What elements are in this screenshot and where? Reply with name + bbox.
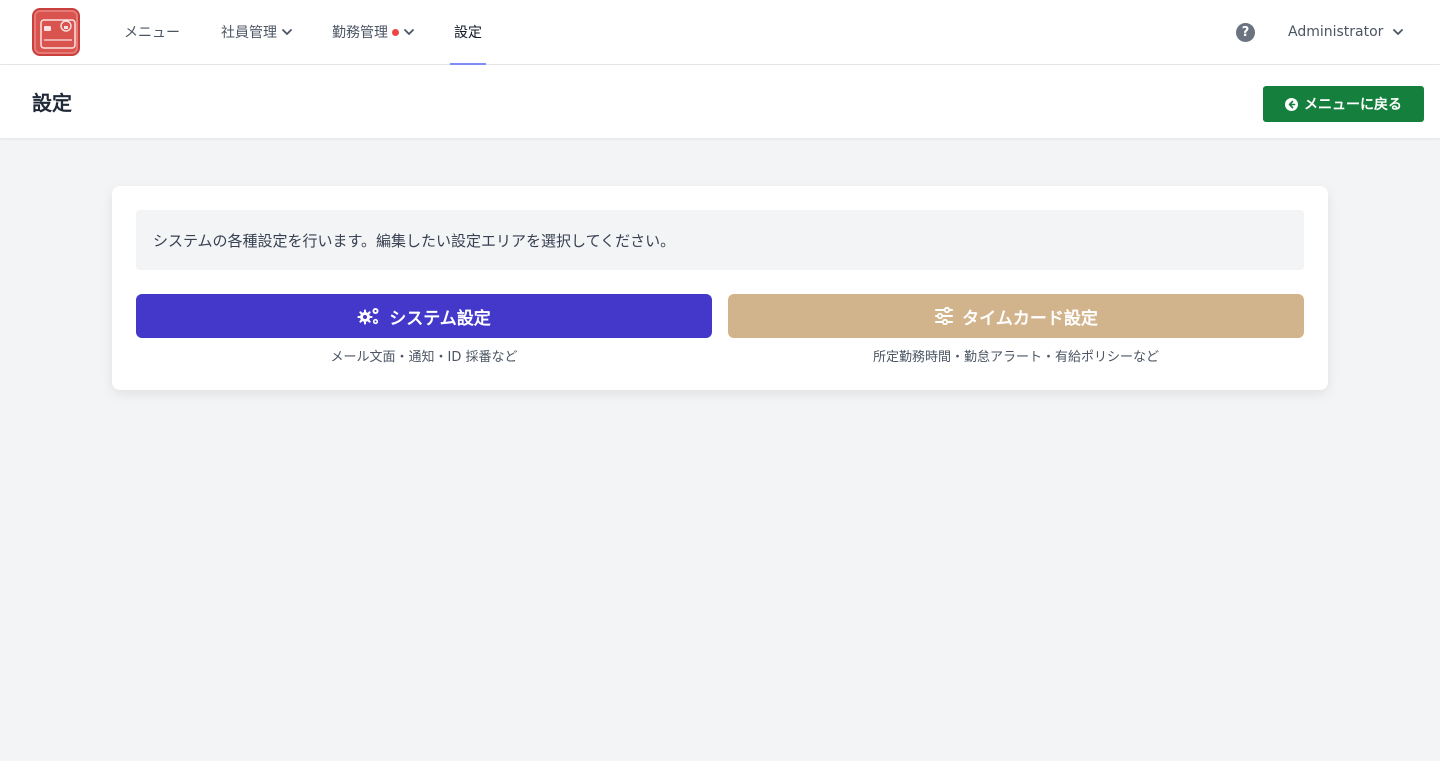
top-navbar: メニュー 社員管理 勤務管理 設定 ? Administrator — [0, 0, 1440, 65]
chevron-down-icon — [404, 29, 414, 35]
user-name: Administrator — [1288, 24, 1384, 40]
page-title: 設定 — [32, 91, 72, 115]
chevron-down-icon — [1393, 29, 1404, 35]
notice-text: システムの各種設定を行います。編集したい設定エリアを選択してください。 — [153, 231, 676, 250]
help-icon[interactable]: ? — [1236, 23, 1255, 42]
timecard-logo-icon — [40, 19, 76, 49]
back-to-menu-label: メニューに戻る — [1304, 97, 1402, 113]
page-header: 設定 メニューに戻る — [0, 65, 1440, 138]
timecard-settings-label: タイムカード設定 — [962, 308, 1098, 329]
timecard-settings-button[interactable]: タイムカード設定 — [728, 294, 1304, 338]
timecard-settings-description: 所定勤務時間・勤怠アラート・有給ポリシーなど — [872, 350, 1159, 365]
nav-settings[interactable]: 設定 — [450, 0, 486, 65]
chevron-down-icon — [282, 29, 292, 35]
nav-attendance-management[interactable]: 勤務管理 — [332, 0, 416, 64]
sliders-icon — [935, 307, 954, 325]
app-logo[interactable] — [32, 8, 80, 56]
notification-dot — [392, 28, 399, 36]
system-settings-button[interactable]: システム設定 — [136, 294, 712, 338]
cogs-icon — [357, 308, 379, 325]
nav-employee-management[interactable]: 社員管理 — [221, 0, 294, 64]
arrow-left-circle-icon — [1285, 97, 1298, 111]
system-settings-description: メール文面・通知・ID 採番など — [330, 350, 518, 365]
nav-menu[interactable]: メニュー — [124, 0, 180, 64]
settings-card: システムの各種設定を行います。編集したい設定エリアを選択してください。 システム… — [112, 186, 1328, 390]
back-to-menu-button[interactable]: メニューに戻る — [1263, 86, 1424, 122]
nav-settings-label: 設定 — [454, 25, 482, 41]
nav-attendance-management-label: 勤務管理 — [332, 25, 388, 41]
system-settings-label: システム設定 — [389, 308, 491, 329]
nav-menu-label: メニュー — [124, 25, 180, 41]
user-menu[interactable]: Administrator — [1288, 0, 1405, 64]
settings-notice: システムの各種設定を行います。編集したい設定エリアを選択してください。 — [136, 210, 1304, 270]
nav-employee-management-label: 社員管理 — [221, 25, 277, 41]
